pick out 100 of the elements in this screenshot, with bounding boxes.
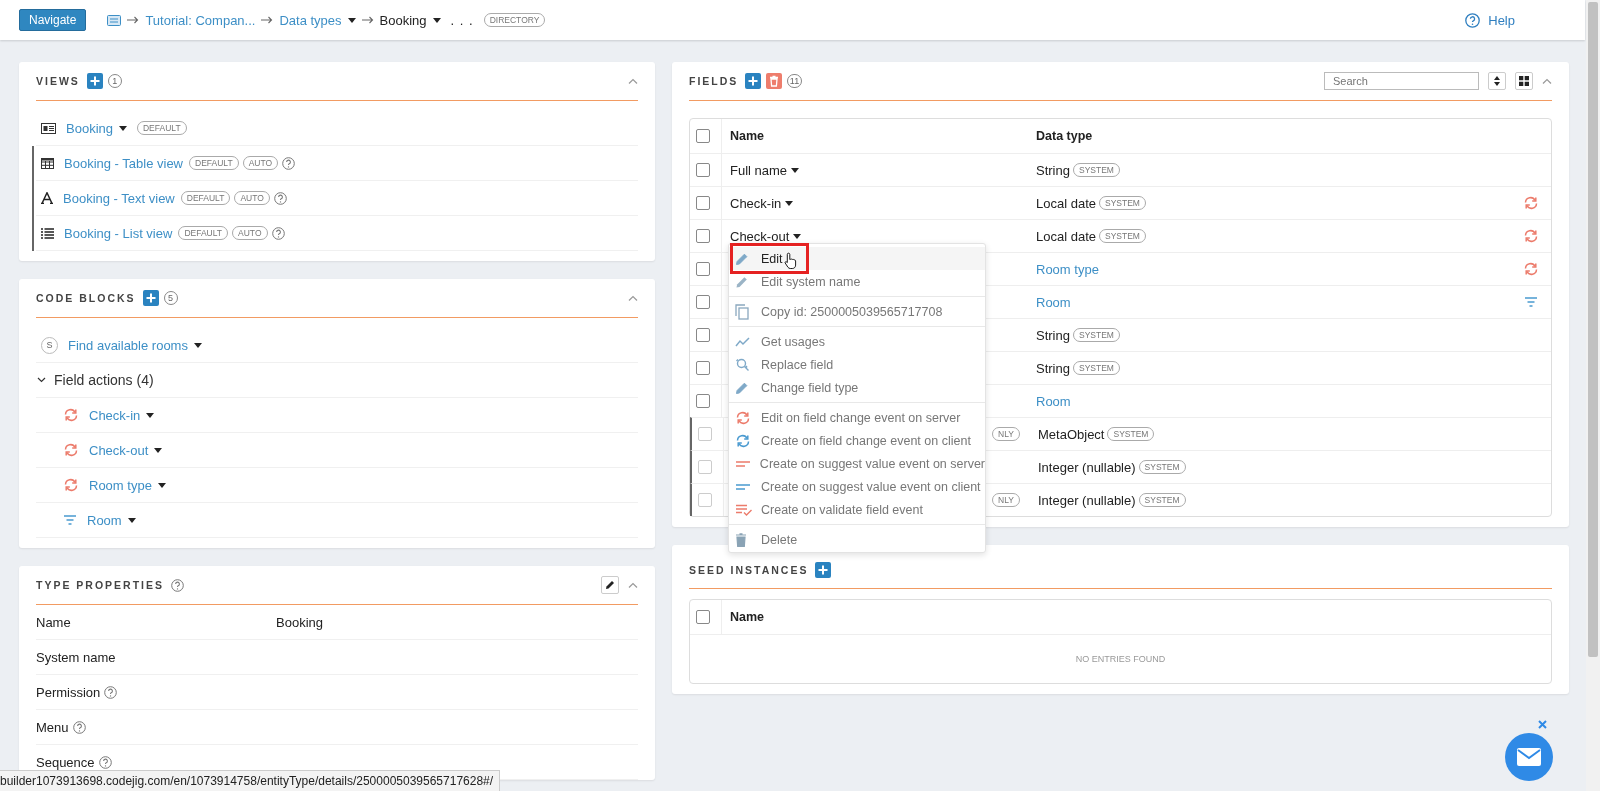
menu-item[interactable]: Delete xyxy=(729,528,985,551)
checkbox[interactable] xyxy=(696,262,710,276)
caret-icon[interactable] xyxy=(127,517,136,523)
close-icon[interactable] xyxy=(1538,720,1547,729)
trash-icon[interactable] xyxy=(766,73,783,89)
type-link[interactable]: Room xyxy=(1036,393,1071,409)
card-icon[interactable] xyxy=(107,14,122,26)
grid-icon xyxy=(1519,76,1529,86)
data-type: String xyxy=(1036,162,1070,178)
add-icon[interactable] xyxy=(86,73,103,89)
type-link[interactable]: Room type xyxy=(1036,261,1099,277)
sync-icon xyxy=(63,408,79,422)
type-link[interactable]: Room xyxy=(1036,294,1071,310)
menu-item[interactable]: Edit xyxy=(729,247,985,270)
arrow-icon xyxy=(127,16,140,24)
code-block-link[interactable]: Room xyxy=(87,512,122,528)
code-block-link[interactable]: Check-out xyxy=(89,442,149,458)
collapse-icon[interactable] xyxy=(628,582,638,588)
help-link[interactable]: Help xyxy=(1465,12,1515,28)
checkbox[interactable] xyxy=(696,229,710,243)
section-title: SEED INSTANCES xyxy=(689,564,809,576)
scrollbar[interactable] xyxy=(1586,0,1600,791)
checkbox[interactable] xyxy=(696,361,710,375)
menu-item[interactable]: Edit on field change event on server xyxy=(729,406,985,429)
checkbox[interactable] xyxy=(696,610,710,624)
checkbox[interactable] xyxy=(696,295,710,309)
form-icon xyxy=(41,122,56,134)
caret-icon[interactable] xyxy=(432,17,441,23)
checkbox[interactable] xyxy=(696,394,710,408)
collapse-icon[interactable] xyxy=(628,295,638,301)
menu-item[interactable]: Get usages xyxy=(729,330,985,353)
caret-icon[interactable] xyxy=(119,125,127,131)
menu-item[interactable]: Create on suggest value event on client xyxy=(729,475,985,498)
pointer-cursor-icon xyxy=(784,252,798,269)
section-title: VIEWS xyxy=(36,75,80,87)
sort-button[interactable] xyxy=(1488,72,1506,90)
sort-icon xyxy=(1494,76,1500,86)
view-link[interactable]: Booking - Text view xyxy=(63,190,175,206)
property-value: Booking xyxy=(276,614,324,630)
property-label: System name xyxy=(36,649,116,665)
view-link[interactable]: Booking - List view xyxy=(64,225,173,241)
group-toggle[interactable]: Field actions (4) xyxy=(37,372,154,388)
caret-icon[interactable] xyxy=(157,482,166,488)
help-icon xyxy=(1465,12,1481,28)
menu-item[interactable]: Replace field xyxy=(729,353,985,376)
data-type: Integer (nullable) xyxy=(1038,492,1136,508)
menu-item[interactable]: Create on field change event on client xyxy=(729,429,985,452)
menu-item[interactable]: Edit system name xyxy=(729,270,985,293)
edit-button[interactable] xyxy=(601,576,619,594)
filter-icon xyxy=(63,515,77,525)
chat-button[interactable] xyxy=(1505,733,1553,781)
caret-icon[interactable] xyxy=(793,233,802,239)
data-type: Local date xyxy=(1036,228,1096,244)
breadcrumb-link[interactable]: Tutorial: Compan... xyxy=(145,12,256,28)
code-block-link[interactable]: Find available rooms xyxy=(68,337,188,353)
caret-icon[interactable] xyxy=(791,167,800,173)
caret-icon[interactable] xyxy=(347,17,356,23)
caret-icon[interactable] xyxy=(785,200,794,206)
add-icon[interactable] xyxy=(745,73,762,89)
data-type: Local date xyxy=(1036,195,1096,211)
table-icon xyxy=(41,157,54,169)
collapse-icon[interactable] xyxy=(1542,78,1552,84)
search-field[interactable]: Search xyxy=(1324,72,1479,90)
field-name[interactable]: Check-in xyxy=(730,195,782,211)
empty-message: NO ENTRIES FOUND xyxy=(1075,654,1166,664)
expand-icon[interactable] xyxy=(37,377,46,383)
add-icon[interactable] xyxy=(142,290,159,306)
collapse-icon[interactable] xyxy=(628,78,638,84)
navigate-button[interactable]: Navigate xyxy=(19,9,87,31)
data-type: MetaObject xyxy=(1038,426,1105,442)
caret-icon[interactable] xyxy=(146,412,155,418)
list-icon xyxy=(41,227,54,239)
checkbox[interactable] xyxy=(696,129,710,143)
pencil-icon xyxy=(605,580,615,590)
code-block-link[interactable]: Room type xyxy=(89,477,152,493)
arrow-icon xyxy=(261,16,274,24)
checkbox[interactable] xyxy=(696,196,710,210)
section-title: FIELDS xyxy=(689,75,739,87)
menu-item[interactable]: Change field type xyxy=(729,376,985,399)
property-label: Sequence xyxy=(36,754,95,770)
ellipsis[interactable]: . . . xyxy=(450,12,474,28)
add-icon[interactable] xyxy=(815,562,832,578)
code-block-link[interactable]: Check-in xyxy=(89,407,141,423)
checkbox[interactable] xyxy=(696,328,710,342)
breadcrumb-link[interactable]: Data types xyxy=(279,12,342,28)
property-label: Menu xyxy=(36,719,69,735)
checkbox[interactable] xyxy=(696,163,710,177)
field-name[interactable]: Check-out xyxy=(730,228,790,244)
status-bar-url: builder1073913698.codejig.com/en/1073914758/entityType/details/2500005039565717628#/ xyxy=(0,770,501,791)
view-link[interactable]: Booking - Table view xyxy=(64,155,183,171)
caret-icon[interactable] xyxy=(193,342,202,348)
menu-item[interactable]: Copy id: 2500005039565717708 xyxy=(729,300,985,323)
field-name[interactable]: Full name xyxy=(730,162,788,178)
breadcrumb-link[interactable]: Booking xyxy=(379,12,427,28)
caret-icon[interactable] xyxy=(154,447,163,453)
grid-view-button[interactable] xyxy=(1515,72,1533,90)
view-link[interactable]: Booking xyxy=(66,120,113,136)
text-icon xyxy=(41,192,53,204)
menu-item[interactable]: Create on suggest value event on server xyxy=(729,452,985,475)
menu-item[interactable]: Create on validate field event xyxy=(729,498,985,521)
